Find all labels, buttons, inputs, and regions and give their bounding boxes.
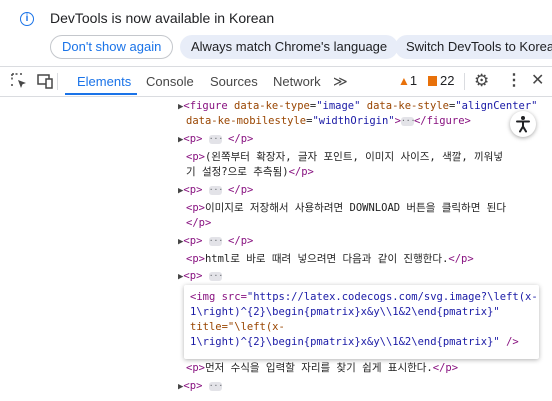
inspect-element-icon[interactable] [10, 72, 28, 90]
warning-icon: ▲ [398, 74, 410, 88]
accessibility-tree-button[interactable] [510, 111, 536, 137]
node-hover-popup: <img src="https://latex.codecogs.com/svg… [184, 285, 539, 359]
active-tab-indicator [65, 93, 137, 95]
tab-elements[interactable]: Elements [77, 67, 131, 96]
dom-node-figure-cont: data-ke-mobilestyle="widthOrigin">···</f… [186, 115, 471, 127]
tab-network[interactable]: Network [273, 67, 321, 96]
settings-gear-icon[interactable]: ⚙ [474, 71, 489, 91]
dom-node-p-text-3[interactable]: <p>html로 바로 때려 넣으려면 다음과 같이 진행한다.</p> [186, 252, 474, 266]
collapsed-content-ellipsis[interactable]: ··· [208, 271, 223, 281]
collapsed-content-ellipsis[interactable]: ··· [208, 236, 223, 246]
popup-line-4: 1\right)^{2}\begin{pmatrix}x&y\\1&2\end{… [190, 336, 519, 348]
dont-show-again-button[interactable]: Don't show again [50, 35, 174, 59]
toolbar-divider [57, 73, 58, 90]
dom-node-p-collapsed[interactable]: ▶<p> ··· </p> [178, 183, 253, 197]
popup-line-3: title="\left(x- [190, 321, 285, 333]
dom-node-p-collapsed[interactable]: ▶<p> ··· [178, 379, 223, 393]
collapsed-content-ellipsis[interactable]: ··· [208, 381, 223, 391]
warnings-counter[interactable]: ▲1 [398, 73, 417, 88]
tab-console[interactable]: Console [146, 67, 194, 96]
dom-node-p-text-1[interactable]: <p>(왼쪽부터 확장자, 글자 포인트, 이미지 사이즈, 색깔, 끼워넣 [186, 150, 503, 164]
dom-node-p-text-2-close: </p> [186, 217, 212, 229]
dom-node-p-text-4[interactable]: <p>먼저 수식을 입력할 자리를 찾기 쉽게 표시한다.</p> [186, 361, 458, 375]
warnings-count: 1 [409, 73, 418, 88]
issues-counter[interactable]: 22 [428, 73, 454, 88]
dom-node-p-text-2[interactable]: <p>이미지로 저장해서 사용하려면 DOWNLOAD 버튼을 클릭하면 된다 [186, 201, 506, 215]
dom-node-figure[interactable]: ▶<figure data-ke-type="image" data-ke-st… [178, 99, 537, 113]
devtools-toolbar: Elements Console Sources Network ≫ ▲1 22… [0, 66, 552, 97]
dom-node-p-collapsed[interactable]: ▶<p> ··· [178, 269, 223, 283]
info-icon: i [20, 12, 34, 26]
issues-count: 22 [440, 73, 455, 88]
toolbar-divider-2 [464, 73, 465, 90]
close-icon[interactable]: ✕ [531, 70, 544, 90]
dom-node-p-collapsed[interactable]: ▶<p> ··· </p> [178, 234, 253, 248]
popup-line-1: <img src="https://latex.codecogs.com/svg… [190, 291, 538, 303]
device-toolbar-icon[interactable] [36, 72, 54, 90]
tab-sources[interactable]: Sources [210, 67, 258, 96]
popup-line-2: 1\right)^{2}\begin{pmatrix}x&y\\1&2\end{… [190, 306, 500, 318]
dom-node-p-text-1-cont: 기 설정?으로 추측됨)</p> [186, 166, 314, 178]
collapsed-content-ellipsis[interactable]: ··· [208, 134, 223, 144]
always-match-language-button[interactable]: Always match Chrome's language [180, 35, 399, 59]
collapsed-content-ellipsis[interactable]: ··· [400, 116, 415, 126]
dom-node-p-collapsed[interactable]: ▶<p> ··· </p> [178, 132, 253, 146]
switch-to-korean-button[interactable]: Switch DevTools to Korean [395, 35, 552, 59]
infobar-message: DevTools is now available in Korean [50, 10, 275, 26]
issues-flag-icon [428, 76, 437, 86]
accessibility-icon [516, 116, 530, 133]
more-options-icon[interactable]: ⋮ [506, 70, 522, 90]
more-tabs-icon[interactable]: ≫ [333, 67, 348, 96]
collapsed-content-ellipsis[interactable]: ··· [208, 185, 223, 195]
language-infobar: i DevTools is now available in Korean Do… [0, 0, 552, 66]
